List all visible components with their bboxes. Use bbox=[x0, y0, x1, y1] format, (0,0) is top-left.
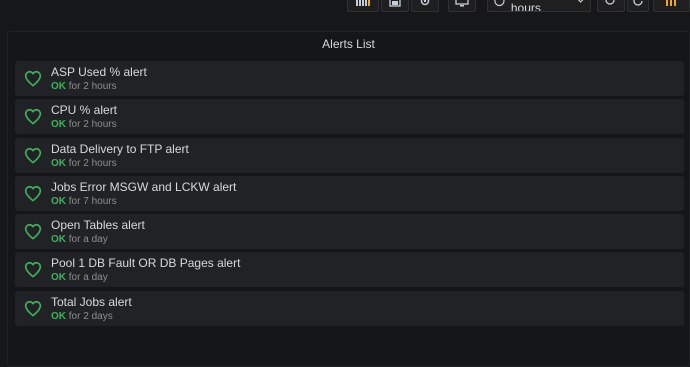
chevron-down-icon bbox=[577, 0, 584, 3]
alert-duration: for 7 hours bbox=[68, 195, 117, 207]
alert-item[interactable]: Pool 1 DB Fault OR DB Pages alert OK for… bbox=[15, 252, 684, 288]
add-panel-button[interactable] bbox=[347, 0, 379, 12]
alert-state: OK bbox=[51, 234, 66, 246]
alert-state: OK bbox=[51, 157, 66, 169]
save-dashboard-button[interactable] bbox=[381, 0, 409, 12]
alert-item[interactable]: ASP Used % alert OK for 2 hours bbox=[15, 61, 684, 96]
alert-name[interactable]: ASP Used % alert bbox=[51, 65, 147, 79]
alert-state: OK bbox=[51, 195, 66, 207]
alert-state-line: OK for 2 hours bbox=[51, 158, 117, 169]
heart-icon bbox=[24, 224, 42, 240]
alert-duration: for 2 hours bbox=[68, 81, 117, 92]
alert-list: ASP Used % alert OK for 2 hours CPU % al… bbox=[15, 61, 684, 329]
bars-icon bbox=[665, 0, 676, 6]
refresh-button[interactable] bbox=[627, 0, 649, 12]
alert-name[interactable]: Open Tables alert bbox=[51, 218, 145, 232]
alert-state-line: OK for a day bbox=[51, 272, 108, 283]
time-range-label: Last 6 hours bbox=[510, 0, 544, 12]
alert-state-line: OK for a day bbox=[51, 234, 108, 245]
alert-name[interactable]: Data Delivery to FTP alert bbox=[51, 142, 189, 156]
alert-state: OK bbox=[51, 272, 66, 284]
refresh-icon bbox=[633, 0, 643, 6]
alert-duration: for 2 days bbox=[68, 310, 113, 322]
alert-item[interactable]: CPU % alert OK for 2 hours bbox=[15, 99, 684, 135]
alert-item[interactable]: Total Jobs alert OK for 2 days bbox=[15, 290, 684, 326]
search-minus-icon bbox=[605, 0, 615, 5]
heart-icon bbox=[24, 185, 42, 202]
alert-state: OK bbox=[51, 81, 66, 92]
alert-state: OK bbox=[51, 310, 66, 322]
heart-icon bbox=[24, 300, 42, 317]
alert-item[interactable]: Data Delivery to FTP alert OK for 2 hour… bbox=[15, 137, 684, 173]
time-range-picker[interactable]: Last 6 hours bbox=[487, 0, 591, 12]
zoom-out-button[interactable] bbox=[597, 0, 625, 12]
alert-list-panel: Alerts List ASP Used % alert OK for 2 ho… bbox=[7, 31, 690, 367]
cycle-view-mode-button[interactable] bbox=[448, 0, 476, 12]
alert-state-line: OK for 2 days bbox=[51, 311, 113, 322]
alert-state: OK bbox=[51, 119, 66, 131]
alert-name[interactable]: Pool 1 DB Fault OR DB Pages alert bbox=[51, 256, 240, 270]
settings-button[interactable] bbox=[411, 0, 439, 12]
alert-state-line: OK for 2 hours bbox=[51, 81, 117, 92]
heart-icon bbox=[24, 109, 42, 125]
save-icon bbox=[389, 0, 401, 7]
alert-state-line: OK for 2 hours bbox=[51, 119, 117, 130]
alert-duration: for a day bbox=[68, 234, 108, 246]
alert-duration: for 2 hours bbox=[68, 157, 117, 169]
heart-icon bbox=[24, 262, 42, 278]
clock-icon bbox=[494, 0, 505, 7]
alert-name[interactable]: Total Jobs alert bbox=[51, 295, 132, 309]
alert-duration: for a day bbox=[68, 272, 108, 284]
add-panel-icon bbox=[356, 0, 370, 6]
alert-state-line: OK for 7 hours bbox=[51, 196, 117, 207]
alert-item[interactable]: Open Tables alert OK for a day bbox=[15, 214, 684, 250]
dashboard-toolbar: Last 6 hours bbox=[0, 0, 690, 18]
monitor-icon bbox=[455, 0, 469, 7]
heart-icon bbox=[24, 70, 42, 87]
alert-duration: for 2 hours bbox=[68, 119, 117, 131]
heart-icon bbox=[24, 147, 42, 164]
alert-item[interactable]: Jobs Error MSGW and LCKW alert OK for 7 … bbox=[15, 175, 684, 211]
alert-name[interactable]: Jobs Error MSGW and LCKW alert bbox=[51, 180, 236, 194]
refresh-interval-button[interactable] bbox=[653, 0, 690, 12]
panel-title[interactable]: Alerts List bbox=[8, 37, 689, 51]
gear-icon bbox=[420, 0, 430, 6]
alert-name[interactable]: CPU % alert bbox=[51, 103, 117, 117]
